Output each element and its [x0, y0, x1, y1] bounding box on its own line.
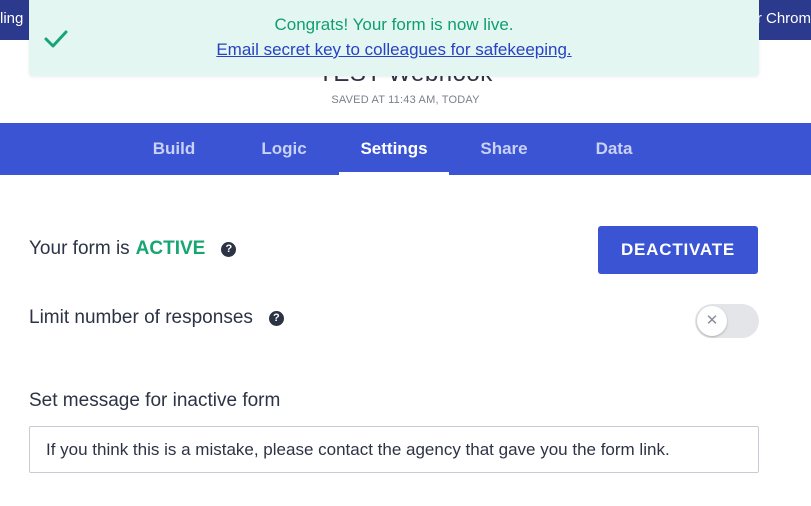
- banner-left-text: ling: [0, 10, 24, 27]
- close-icon: ✕: [697, 306, 727, 336]
- tab-data[interactable]: Data: [559, 123, 669, 175]
- email-secret-key-link[interactable]: Email secret key to colleagues for safek…: [29, 40, 759, 60]
- help-icon[interactable]: ?: [268, 310, 284, 326]
- deactivate-button[interactable]: DEACTIVATE: [598, 226, 758, 274]
- form-status-value: ACTIVE: [135, 238, 206, 259]
- tab-share[interactable]: Share: [449, 123, 559, 175]
- banner-right-text: r Chrom: [756, 10, 811, 27]
- limit-responses-label: Limit number of responses: [29, 307, 253, 328]
- saved-status: SAVED AT 11:43 AM, TODAY: [331, 94, 480, 106]
- limit-responses-toggle[interactable]: ✕: [695, 304, 759, 338]
- inactive-message-input[interactable]: [29, 426, 759, 473]
- form-status-row: Your form is ACTIVE ?: [29, 238, 237, 260]
- limit-responses-row: Limit number of responses ?: [29, 307, 284, 329]
- tab-logic[interactable]: Logic: [229, 123, 339, 175]
- tab-build[interactable]: Build: [119, 123, 229, 175]
- help-icon[interactable]: ?: [221, 241, 237, 257]
- tab-bar: Build Logic Settings Share Data: [0, 123, 811, 175]
- inactive-message-label: Set message for inactive form: [29, 390, 281, 411]
- success-toast: Congrats! Your form is now live. Email s…: [29, 0, 759, 76]
- toast-message: Congrats! Your form is now live.: [274, 15, 514, 34]
- form-status-label: Your form is: [29, 238, 130, 259]
- tab-settings[interactable]: Settings: [339, 123, 449, 175]
